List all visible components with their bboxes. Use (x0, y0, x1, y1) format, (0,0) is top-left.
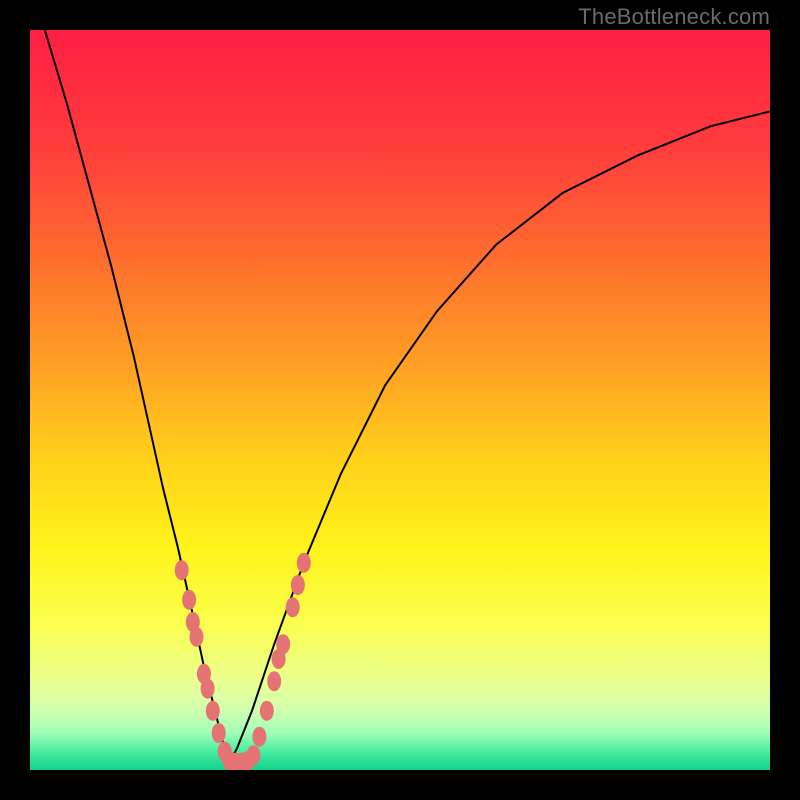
bead-marker (182, 590, 196, 610)
bead-marker (297, 553, 311, 573)
right-curve (230, 111, 770, 762)
curves-layer (30, 30, 770, 770)
plot-area (30, 30, 770, 770)
bead-marker (201, 679, 215, 699)
bead-marker (206, 701, 220, 721)
bead-marker (260, 701, 274, 721)
outer-frame: TheBottleneck.com (0, 0, 800, 800)
bead-markers (175, 553, 311, 770)
watermark-text: TheBottleneck.com (578, 4, 770, 30)
bead-marker (190, 627, 204, 647)
left-curve (45, 30, 230, 763)
bead-marker (252, 727, 266, 747)
bead-marker (276, 634, 290, 654)
bead-marker (291, 575, 305, 595)
bead-marker (175, 560, 189, 580)
bead-marker (286, 597, 300, 617)
bead-marker (267, 671, 281, 691)
bead-marker (247, 745, 261, 765)
bead-marker (212, 723, 226, 743)
